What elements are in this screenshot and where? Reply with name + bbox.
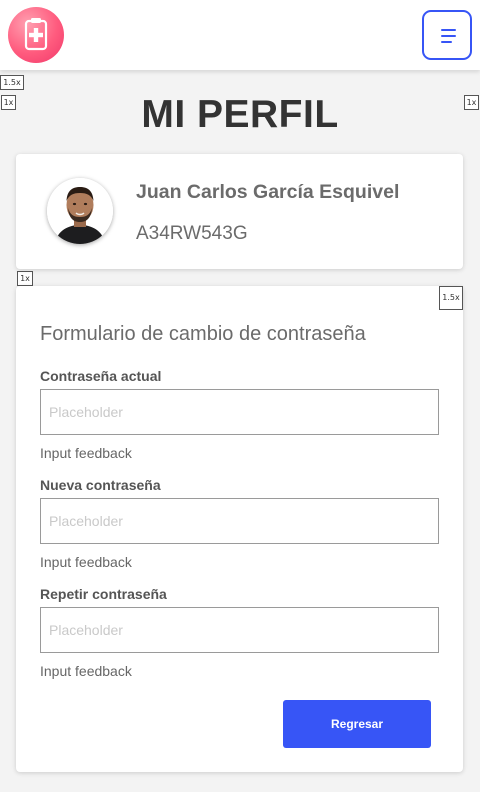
medical-clipboard-icon[interactable]	[8, 7, 64, 63]
new-password-feedback: Input feedback	[40, 554, 132, 570]
repeat-password-feedback: Input feedback	[40, 663, 132, 679]
hamburger-menu-icon	[441, 41, 452, 43]
current-password-label: Contraseña actual	[40, 368, 162, 384]
back-button[interactable]: Regresar	[283, 700, 431, 748]
current-password-input[interactable]	[40, 389, 439, 435]
page-title: MI PERFIL	[141, 93, 339, 136]
top-navbar	[0, 0, 480, 70]
avatar	[47, 178, 113, 244]
hamburger-menu-icon	[441, 35, 456, 37]
menu-button[interactable]	[422, 10, 472, 60]
user-id: A34RW543G	[136, 223, 248, 244]
repeat-password-label: Repetir contraseña	[40, 586, 167, 602]
user-name: Juan Carlos García Esquivel	[136, 181, 400, 203]
hamburger-menu-icon	[441, 29, 456, 31]
form-title: Formulario de cambio de contraseña	[40, 323, 366, 345]
current-password-feedback: Input feedback	[40, 445, 132, 461]
repeat-password-input[interactable]	[40, 607, 439, 653]
new-password-label: Nueva contraseña	[40, 477, 161, 493]
new-password-input[interactable]	[40, 498, 439, 544]
scale-tag: 1x	[17, 271, 33, 286]
password-form-card: 1.5x Formulario de cambio de contraseña …	[16, 286, 463, 772]
scale-tag: 1.5x	[0, 75, 24, 90]
profile-card: Juan Carlos García Esquivel A34RW543G	[16, 154, 463, 269]
scale-tag: 1.5x	[439, 286, 463, 310]
